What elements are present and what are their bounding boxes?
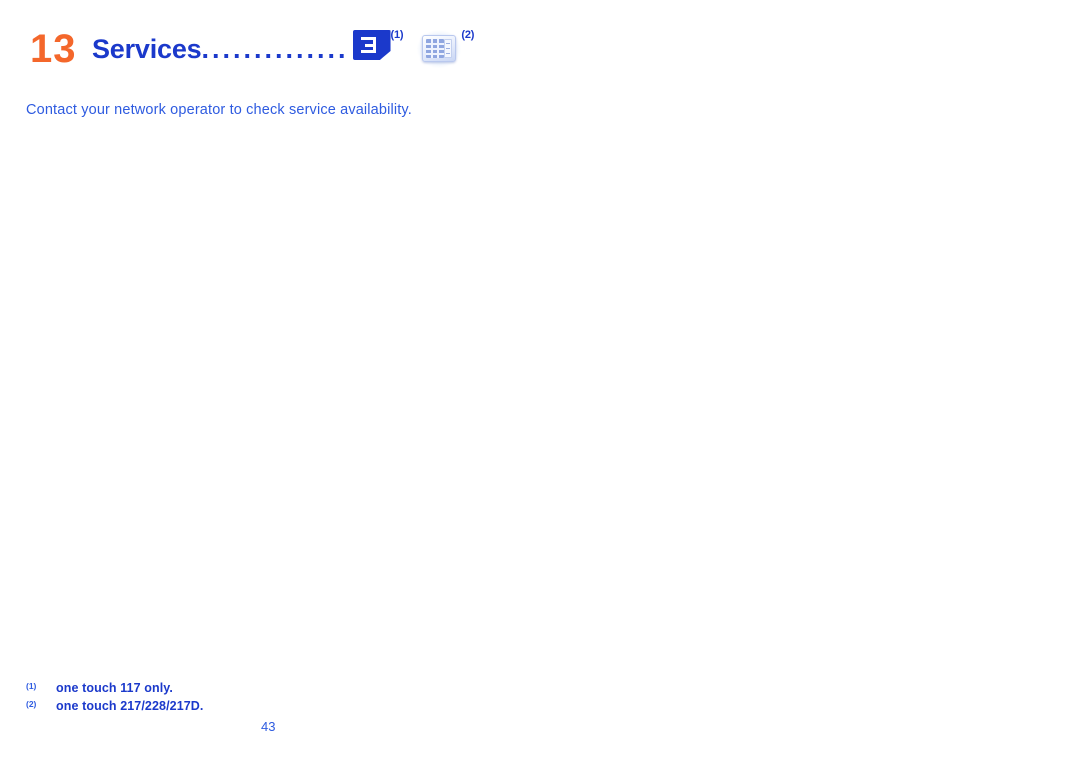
footnote-marker-2: (2) [26, 699, 37, 709]
sim-glossy-grid-line-h1 [426, 43, 445, 45]
footnote-text-2: one touch 217/228/217D. [56, 699, 204, 713]
right-page: 14 Latin input mode/ character table ...… [540, 0, 1080, 767]
left-chapter-title-text: Services [92, 34, 202, 64]
sim-glossy-side-line-1 [446, 43, 451, 45]
left-leader-dots: .............. [201, 34, 349, 64]
left-page: 13 Services .............. (1) (2) Conta… [0, 0, 540, 767]
sim-solid-chip-bar-right [372, 37, 376, 53]
manual-page-spread: 13 Services .............. (1) (2) Conta… [0, 0, 1080, 767]
sim-glossy-grid-line-h2 [426, 48, 445, 50]
sim-glossy-side-line-2 [446, 48, 451, 50]
left-page-number: 43 [261, 719, 276, 734]
footnote-marker-1: (1) [26, 681, 37, 691]
sim-glossy-footnote-marker: (2) [461, 29, 475, 41]
sim-card-glossy-icon [417, 30, 462, 68]
footnote-item: (1) one touch 117 only. [26, 680, 446, 698]
left-chapter-title-block: Services .............. (1) (2) [92, 28, 530, 68]
sim-solid-footnote-marker: (1) [390, 29, 404, 41]
sim-solid-chip [360, 37, 376, 53]
sim-glossy-grid-line-h3 [426, 53, 445, 55]
footnote-text-1: one touch 117 only. [56, 681, 173, 695]
sim-glossy-side-line-3 [446, 53, 451, 55]
sim-glossy-side-contacts [444, 39, 453, 58]
left-chapter-number: 13 [30, 27, 77, 71]
sim-glossy-chip-grid [426, 39, 445, 58]
footnotes-block: (1) one touch 117 only. (2) one touch 21… [26, 680, 446, 716]
left-subtitle-text: Contact your network operator to check s… [26, 102, 412, 118]
sim-card-solid-icon [352, 30, 391, 60]
footnote-item: (2) one touch 217/228/217D. [26, 698, 446, 716]
left-icon-group: (1) (2) [352, 29, 475, 68]
left-chapter-heading: 13 Services .............. (1) (2) [30, 28, 530, 70]
sim-glossy-card [422, 35, 457, 62]
left-title-row: Services .............. (1) (2) [92, 28, 530, 68]
